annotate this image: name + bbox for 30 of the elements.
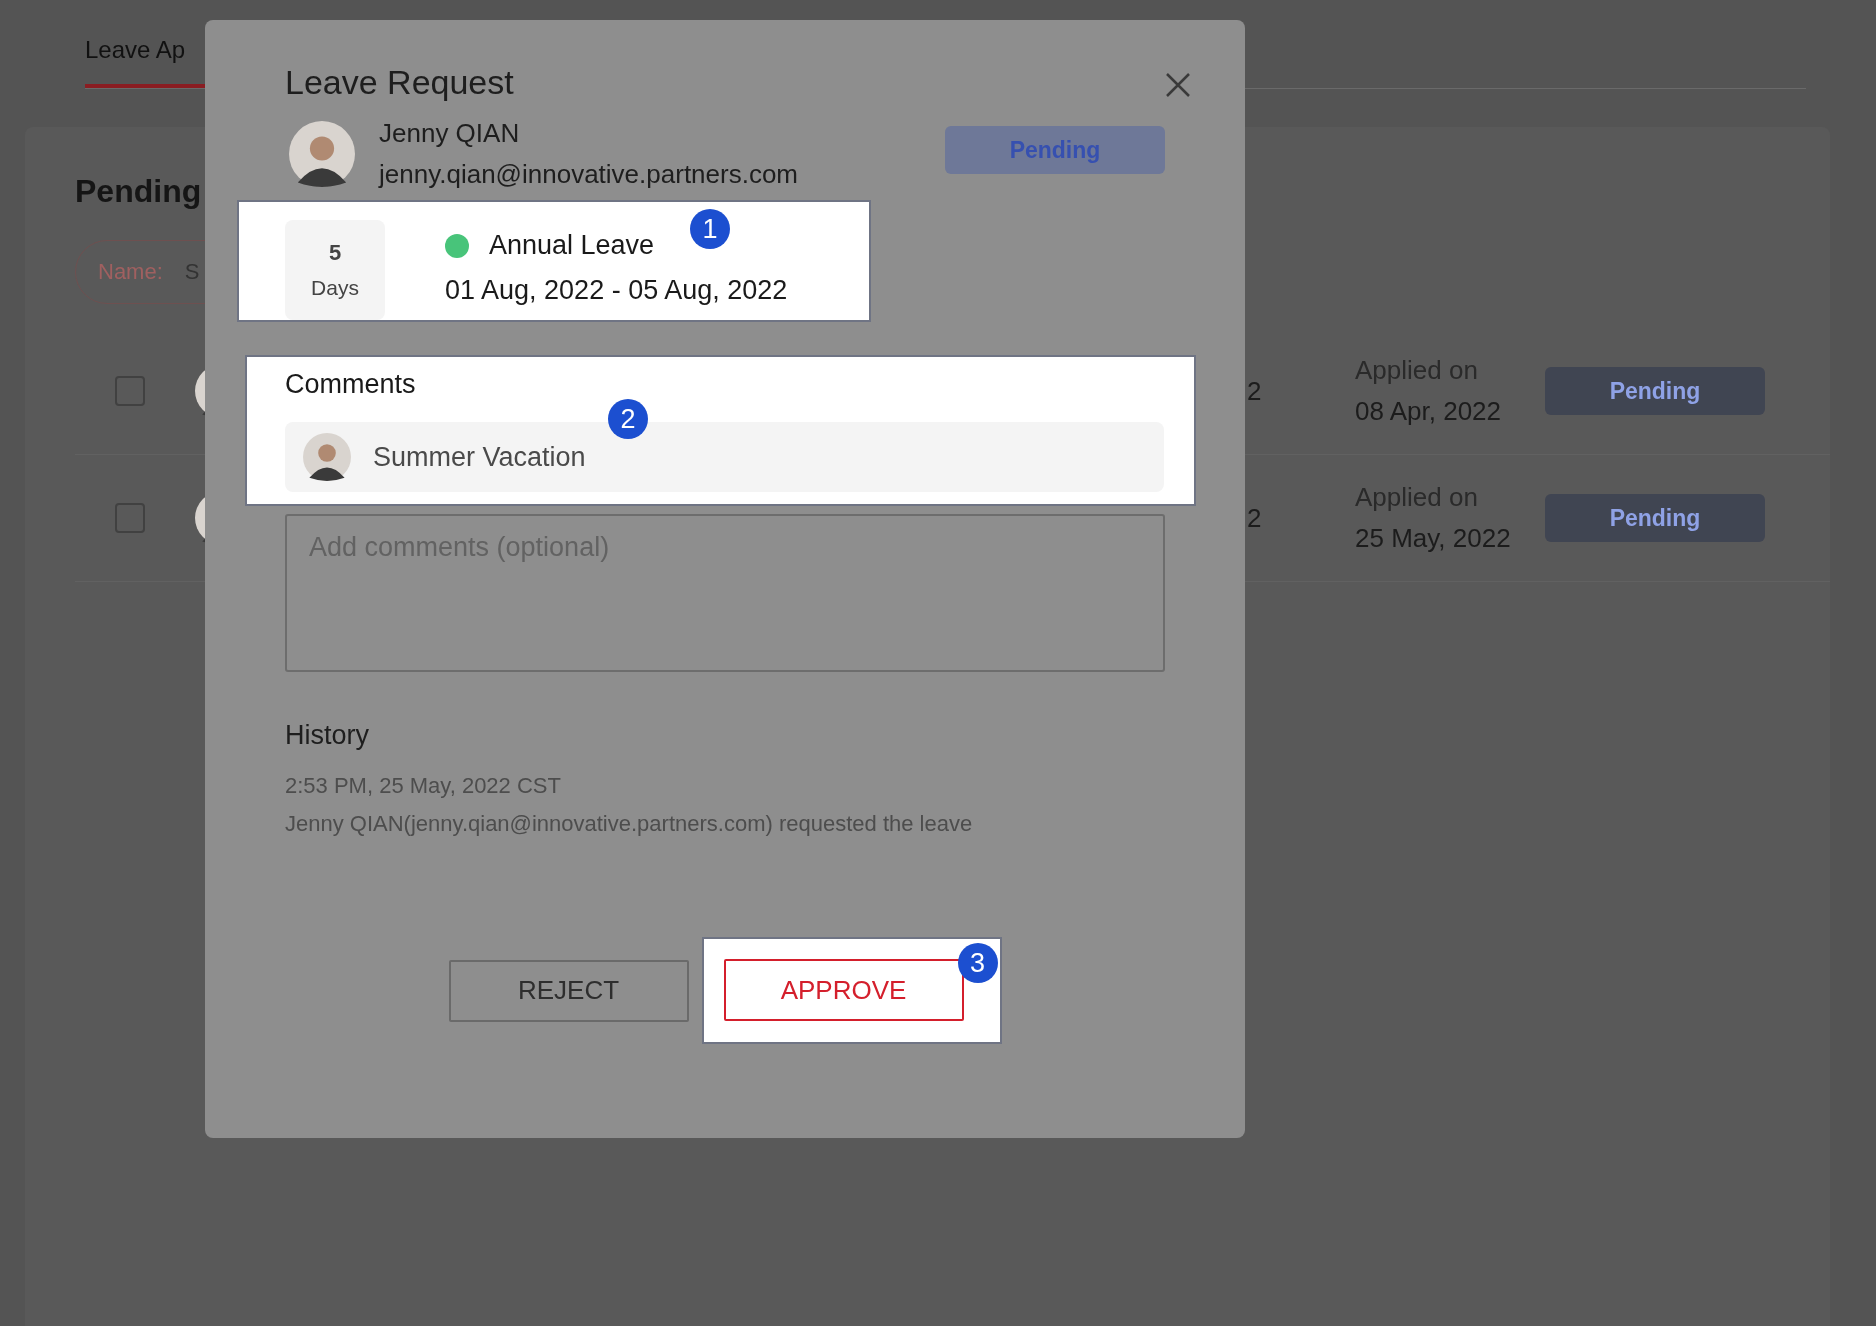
avatar-icon: [303, 433, 351, 481]
step-marker: 3: [957, 943, 998, 983]
approve-button[interactable]: APPROVE: [723, 959, 964, 1021]
status-badge: Pending: [945, 126, 1165, 174]
step-marker: 2: [608, 399, 648, 439]
table-cell-text: 2: [1247, 502, 1263, 534]
comment-text: Summer Vacation: [373, 441, 586, 473]
employee-name: Jenny QIAN: [379, 118, 521, 149]
history-time: 2:53 PM, 25 May, 2022 CST: [285, 773, 562, 799]
leave-dates: 01 Aug, 2022 - 05 Aug, 2022: [445, 275, 788, 306]
comments-title: Comments: [285, 369, 417, 400]
step-marker: 1: [690, 209, 730, 249]
avatar-icon: [289, 121, 355, 187]
status-badge: Pending: [1545, 367, 1765, 415]
days-count: 5: [328, 240, 342, 266]
days-label: Days: [311, 276, 359, 300]
employee-email: jenny.qian@innovative.partners.com: [379, 159, 800, 190]
checkbox[interactable]: [115, 376, 145, 406]
history-text: Jenny QIAN(jenny.qian@innovative.partners.com) requested the leave: [285, 811, 974, 837]
reject-button[interactable]: REJECT: [448, 959, 689, 1022]
section-title: Pending: [75, 173, 202, 210]
checkbox[interactable]: [115, 503, 145, 533]
applied-date: 08 Apr, 2022: [1355, 396, 1503, 427]
table-cell-text: 2: [1247, 375, 1263, 407]
applied-date: 25 May, 2022: [1355, 523, 1512, 554]
status-badge: Pending: [1545, 494, 1765, 542]
leave-type: Annual Leave: [489, 230, 655, 261]
history-title: History: [285, 720, 370, 751]
close-icon[interactable]: [1165, 72, 1191, 98]
dialog-title: Leave Request: [285, 62, 515, 103]
